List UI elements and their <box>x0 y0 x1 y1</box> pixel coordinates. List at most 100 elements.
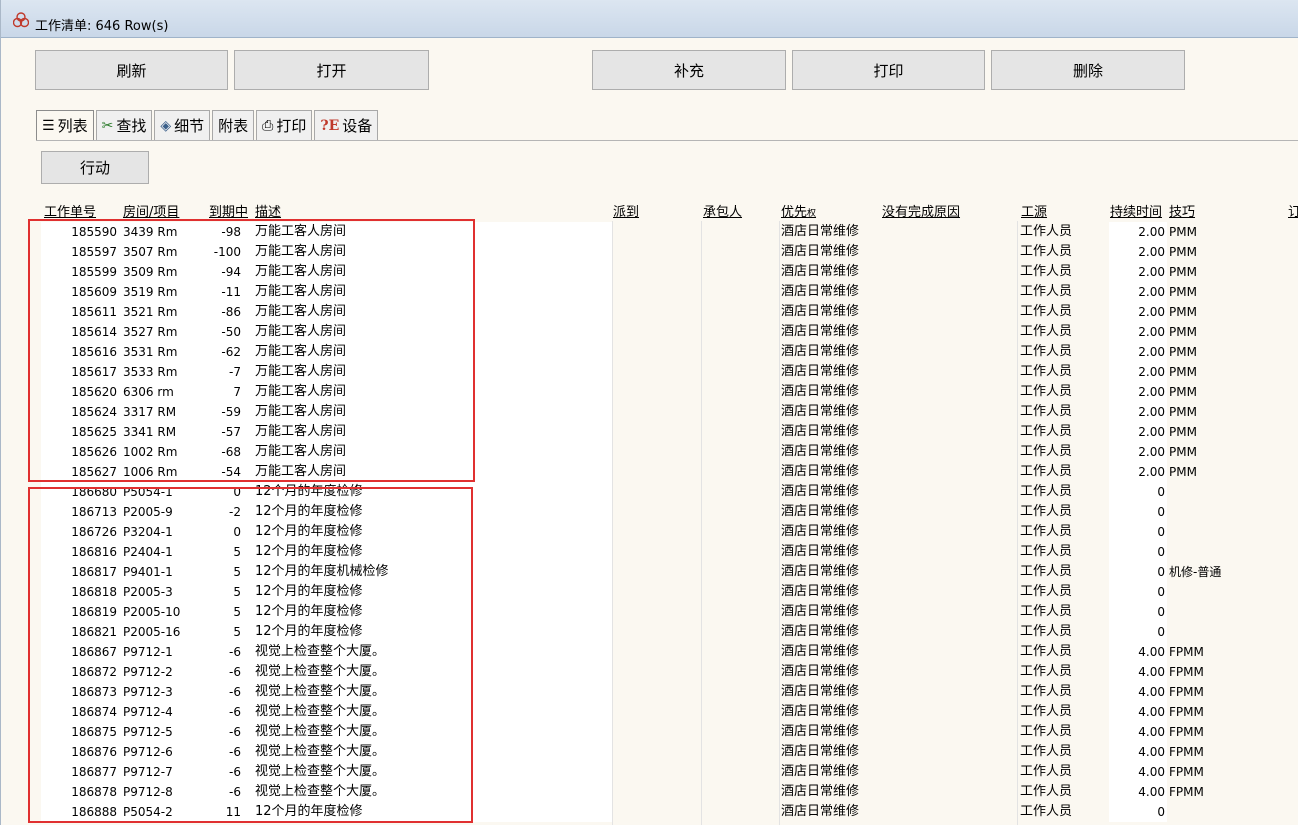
header-source[interactable]: 工源 <box>1021 201 1047 220</box>
cell-skill: PMM <box>1169 405 1197 419</box>
delete-button[interactable]: 删除 <box>991 50 1185 90</box>
tab-equipment[interactable]: ?E 设备 <box>314 110 379 140</box>
cell-skill: FPMM <box>1169 765 1204 779</box>
list-icon: ☰ <box>42 117 55 134</box>
cell-skill: PMM <box>1169 445 1197 459</box>
cell-priority: 酒店日常维修 <box>781 464 860 479</box>
cell-priority: 酒店日常维修 <box>781 404 860 419</box>
supplement-button[interactable]: 补充 <box>592 50 786 90</box>
header-due[interactable]: 到期中 <box>209 201 248 220</box>
header-skill[interactable]: 技巧 <box>1169 201 1195 220</box>
header-contractor[interactable]: 承包人 <box>703 201 742 220</box>
tab-detail[interactable]: ◈ 细节 <box>154 110 211 140</box>
cell-duration: 2.00 <box>1138 385 1165 399</box>
cell-skill: FPMM <box>1169 665 1204 679</box>
cell-source: 工作人员 <box>1020 384 1073 399</box>
cell-duration: 0 <box>1157 565 1165 579</box>
header-duration[interactable]: 持续时间 <box>1110 201 1162 220</box>
open-button[interactable]: 打开 <box>234 50 429 90</box>
header-room[interactable]: 房间/项目 <box>123 201 179 220</box>
cell-skill: PMM <box>1169 325 1197 339</box>
tab-label: 列表 <box>57 117 88 135</box>
cell-duration: 4.00 <box>1138 665 1165 679</box>
cell-priority: 酒店日常维修 <box>781 584 860 599</box>
header-extra[interactable]: 订 <box>1288 201 1298 220</box>
cell-source: 工作人员 <box>1020 464 1073 479</box>
cell-priority: 酒店日常维修 <box>781 604 860 619</box>
cell-skill: PMM <box>1169 305 1197 319</box>
cell-source: 工作人员 <box>1020 804 1073 819</box>
cell-duration: 2.00 <box>1138 405 1165 419</box>
cell-skill: FPMM <box>1169 745 1204 759</box>
cell-priority: 酒店日常维修 <box>781 684 860 699</box>
cell-duration: 2.00 <box>1138 345 1165 359</box>
header-reason[interactable]: 没有完成原因 <box>882 201 960 220</box>
tab-find[interactable]: ✂ 查找 <box>95 110 153 140</box>
cell-skill: PMM <box>1169 465 1197 479</box>
cell-skill: PMM <box>1169 225 1197 239</box>
cell-duration: 2.00 <box>1138 265 1165 279</box>
cell-source: 工作人员 <box>1020 344 1073 359</box>
app-biohazard-icon <box>13 12 29 28</box>
cell-duration: 2.00 <box>1138 285 1165 299</box>
header-work-order[interactable]: 工作单号 <box>44 201 96 220</box>
cell-duration: 4.00 <box>1138 765 1165 779</box>
cell-duration: 2.00 <box>1138 365 1165 379</box>
cell-skill: PMM <box>1169 385 1197 399</box>
tab-list[interactable]: ☰ 列表 <box>36 110 94 140</box>
cell-priority: 酒店日常维修 <box>781 304 860 319</box>
cell-source: 工作人员 <box>1020 624 1073 639</box>
cell-skill: PMM <box>1169 265 1197 279</box>
tab-print[interactable]: ⎙ 打印 <box>256 110 313 140</box>
cell-priority: 酒店日常维修 <box>781 664 860 679</box>
cell-duration: 0 <box>1157 805 1165 819</box>
tab-divider <box>36 140 1298 141</box>
cell-skill: FPMM <box>1169 685 1204 699</box>
header-priority[interactable]: 优先权 <box>781 201 816 220</box>
cell-skill: FPMM <box>1169 705 1204 719</box>
cell-duration: 0 <box>1157 485 1165 499</box>
cell-source: 工作人员 <box>1020 544 1073 559</box>
cell-priority: 酒店日常维修 <box>781 244 860 259</box>
cell-priority: 酒店日常维修 <box>781 344 860 359</box>
cell-priority: 酒店日常维修 <box>781 624 860 639</box>
cell-duration: 2.00 <box>1138 245 1165 259</box>
cell-duration: 2.00 <box>1138 325 1165 339</box>
tab-strip: ☰ 列表 ✂ 查找 ◈ 细节 附表 ⎙ 打印 ?E 设备 <box>36 110 380 140</box>
highlight-box-maintenance <box>28 487 473 823</box>
cell-skill: PMM <box>1169 425 1197 439</box>
find-icon: ✂ <box>101 117 114 134</box>
cell-priority: 酒店日常维修 <box>781 544 860 559</box>
cell-priority: 酒店日常维修 <box>781 324 860 339</box>
refresh-button[interactable]: 刷新 <box>35 50 228 90</box>
tab-label: 查找 <box>116 117 147 135</box>
highlight-box-rooms <box>28 219 475 482</box>
cell-duration: 0 <box>1157 585 1165 599</box>
tab-label: 设备 <box>342 117 373 135</box>
cell-duration: 0 <box>1157 545 1165 559</box>
cell-duration: 4.00 <box>1138 705 1165 719</box>
cell-priority: 酒店日常维修 <box>781 784 860 799</box>
cell-skill: PMM <box>1169 345 1197 359</box>
cell-skill: FPMM <box>1169 645 1204 659</box>
cell-duration: 4.00 <box>1138 785 1165 799</box>
cell-source: 工作人员 <box>1020 264 1073 279</box>
cell-source: 工作人员 <box>1020 724 1073 739</box>
header-assigned[interactable]: 派到 <box>613 201 639 220</box>
cell-source: 工作人员 <box>1020 424 1073 439</box>
cell-priority: 酒店日常维修 <box>781 764 860 779</box>
cell-duration: 4.00 <box>1138 685 1165 699</box>
title-bar: 工作清单: 646 Row(s) <box>1 0 1298 38</box>
action-button[interactable]: 行动 <box>41 151 149 184</box>
cell-priority: 酒店日常维修 <box>781 384 860 399</box>
cell-source: 工作人员 <box>1020 304 1073 319</box>
cell-skill: FPMM <box>1169 725 1204 739</box>
cell-source: 工作人员 <box>1020 324 1073 339</box>
tab-schedule[interactable]: 附表 <box>212 110 255 140</box>
header-description[interactable]: 描述 <box>255 201 281 220</box>
print-button[interactable]: 打印 <box>792 50 985 90</box>
cell-duration: 2.00 <box>1138 425 1165 439</box>
cell-priority: 酒店日常维修 <box>781 484 860 499</box>
cell-duration: 0 <box>1157 525 1165 539</box>
cell-source: 工作人员 <box>1020 284 1073 299</box>
